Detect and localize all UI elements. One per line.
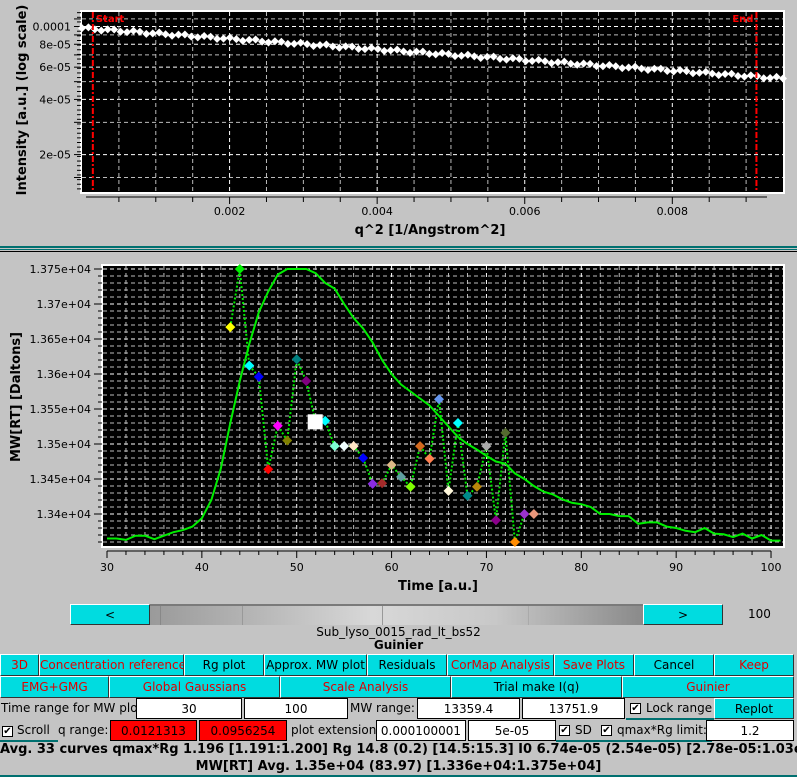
bottom-y-tick-label: 1.355e+04 (30, 403, 91, 416)
pane-divider[interactable] (0, 246, 797, 248)
time-min-input[interactable] (136, 698, 242, 719)
approx-mw-plot-button[interactable]: Approx. MW plot (264, 654, 367, 676)
bottom-x-axis: 30 40 50 60 70 80 90 100 (100, 550, 782, 574)
mode-title: Guinier (373, 638, 424, 652)
qmax-rg-limit-input[interactable] (706, 720, 794, 741)
top-x-tick-label: 0.008 (657, 205, 689, 218)
time-range-label: Time range for MW plot: (1, 701, 147, 715)
bottom-x-tick-label: 90 (669, 561, 683, 574)
q-max-input[interactable] (199, 720, 287, 741)
top-y-tick-label: 6e-05 (39, 61, 71, 74)
global-gaussians-button[interactable]: Global Gaussians (109, 676, 280, 698)
top-y-tick-label: 8e-05 (39, 38, 71, 51)
start-marker-label: Start (96, 14, 125, 25)
replot-button[interactable]: Replot (714, 698, 794, 719)
bottom-y-axis: 1.375e+04 1.37e+04 1.365e+04 1.36e+04 1.355e… (30, 263, 102, 543)
scroll-tick (242, 606, 243, 625)
pane-divider-line (0, 249, 797, 250)
end-marker-label: End (732, 14, 753, 25)
emg-gmg-button[interactable]: EMG+GMG (0, 676, 109, 698)
plot-extension-label: plot extension: (291, 723, 381, 737)
bottom-y-tick-label: 1.35e+04 (37, 438, 91, 451)
bottom-plot-area (101, 264, 785, 548)
3d-button[interactable]: 3D (0, 654, 39, 676)
top-y-label: Intensity [a.u.] (log scale) (15, 5, 30, 196)
selected-frame-marker[interactable] (307, 414, 323, 430)
frame-position-value: 100 (748, 607, 771, 621)
sd-checkbox[interactable]: ✔ (559, 725, 570, 736)
bottom-y-tick-label: 1.37e+04 (37, 298, 91, 311)
cormap-analysis-button[interactable]: CorMap Analysis (447, 654, 554, 676)
bottom-y-tick-label: 1.365e+04 (30, 333, 91, 346)
qmax-rg-limit-checkbox[interactable]: ✔ (601, 725, 612, 736)
bottom-x-tick-label: 60 (385, 561, 399, 574)
bottom-x-tick-label: 40 (195, 561, 209, 574)
mw-max-input[interactable] (522, 698, 625, 719)
keep-button[interactable]: Keep (714, 654, 794, 676)
top-x-tick-label: 0.002 (214, 205, 246, 218)
bottom-x-tick-label: 70 (479, 561, 493, 574)
bottom-x-tick-label: 100 (761, 561, 782, 574)
top-y-axis: 0.0001 8e-05 6e-05 4e-05 2e-05 (33, 12, 81, 190)
bottom-y-tick-label: 1.36e+04 (37, 368, 91, 381)
bottom-y-label: MW[RT] [Daltons] (9, 332, 24, 462)
residuals-button[interactable]: Residuals (367, 654, 447, 676)
scroll-tick (382, 606, 383, 625)
top-y-tick-label: 0.0001 (33, 21, 72, 34)
status-mw-line: MW[RT] Avg. 1.35e+04 (83.97) [1.336e+04:… (195, 759, 602, 774)
sd-label: SD (575, 723, 592, 737)
scroll-thumb-edge[interactable] (528, 606, 529, 625)
time-max-input[interactable] (244, 698, 348, 719)
top-x-label: q^2 [1/Angstrom^2] (355, 223, 506, 238)
plot-extension-input-1[interactable] (376, 720, 466, 741)
q-min-input[interactable] (110, 720, 197, 741)
scale-analysis-button[interactable]: Scale Analysis (280, 676, 451, 698)
scroll-tick (160, 606, 161, 625)
rg-plot-button[interactable]: Rg plot (184, 654, 264, 676)
mw-min-input[interactable] (417, 698, 520, 719)
save-plots-button[interactable]: Save Plots (554, 654, 634, 676)
top-y-tick-label: 2e-05 (39, 149, 71, 162)
cancel-button[interactable]: Cancel (634, 654, 714, 676)
concentration-reference-button[interactable]: Concentration reference (39, 654, 184, 676)
bottom-x-label: Time [a.u.] (398, 579, 478, 594)
prev-frame-button[interactable]: < (70, 604, 150, 625)
bottom-x-tick-label: 30 (100, 561, 114, 574)
bottom-y-tick-label: 1.375e+04 (30, 263, 91, 276)
top-x-tick-label: 0.006 (509, 205, 541, 218)
top-plot-area (80, 10, 785, 194)
scroll-checkbox[interactable]: ✔ (2, 726, 13, 737)
bottom-x-tick-label: 80 (574, 561, 588, 574)
lock-range-checkbox[interactable]: ✔ (630, 703, 641, 714)
scroll-label: Scroll (17, 723, 50, 737)
bottom-x-tick-label: 50 (290, 561, 304, 574)
bottom-y-tick-label: 1.345e+04 (30, 473, 91, 486)
frame-scrollbar[interactable] (150, 604, 643, 625)
top-plot[interactable]: 0.00018e-056e-054e-052e-05 0.002 0.004 0.0… (0, 0, 797, 250)
plot-extension-input-2[interactable] (468, 720, 556, 741)
top-y-tick-label: 4e-05 (39, 93, 71, 106)
mw-range-label: MW range: (350, 701, 415, 715)
q-range-label: q range: (58, 723, 109, 737)
qmax-rg-limit-label: qmax*Rg limit: (617, 723, 707, 737)
trial-make-iq-button[interactable]: Trial make I(q) (451, 676, 622, 698)
top-x-axis: 0.002 0.004 0.006 0.008 (86, 196, 767, 218)
next-frame-button[interactable]: > (643, 604, 723, 625)
guinier-button[interactable]: Guinier (622, 676, 794, 698)
status-summary-line: Avg. 33 curves qmax*Rg 1.196 [1.191:1.20… (0, 742, 797, 757)
bottom-y-tick-label: 1.34e+04 (37, 508, 91, 521)
lock-range-label: Lock range (646, 701, 713, 715)
bottom-plot[interactable]: 1.375e+04 1.37e+04 1.365e+04 1.36e+04 1.355e… (0, 252, 797, 602)
top-x-tick-label: 0.004 (361, 205, 393, 218)
